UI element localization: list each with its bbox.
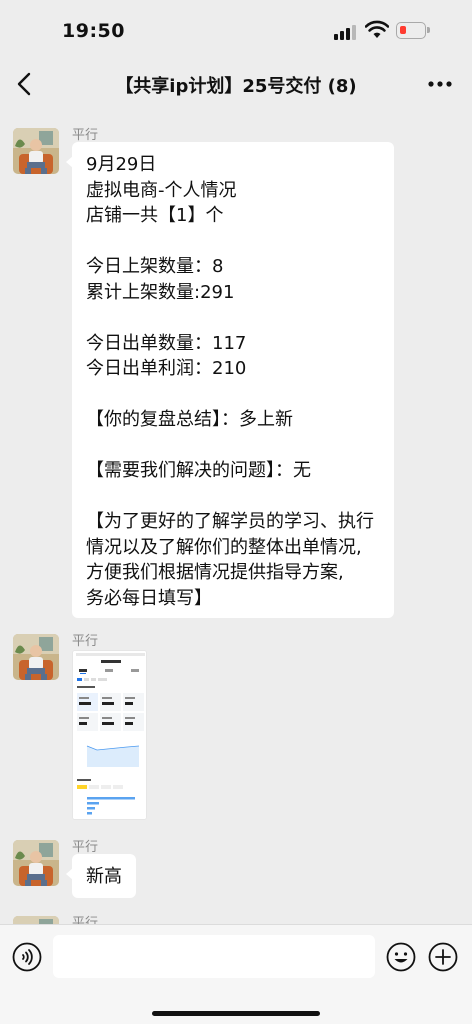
message-text-line: 【你的复盘总结】：多上新 [86,409,293,430]
ellipsis-icon[interactable] [426,70,454,98]
message-input[interactable] [53,935,375,978]
avatar[interactable] [13,840,59,886]
voice-icon[interactable] [12,942,42,972]
sender-name: 平行 [72,916,99,924]
message-bubble[interactable]: 9月29日虚拟电商-个人情况 店铺一共【1】个 今日上架数量：8 累计上架数量:291… [66,142,394,618]
message-text-line: 今日上架数量：8 [86,256,224,277]
plus-icon[interactable] [428,942,458,972]
message-text-line: 今日出单数量：117 [86,332,247,354]
sender-name: 平行 [72,128,99,143]
home-indicator[interactable] [152,1011,320,1016]
wifi-icon [365,20,389,38]
emoji-icon[interactable] [386,942,416,972]
message-text-line: 虚拟电商-个人情况 [86,179,237,201]
message-text: 新高 [86,866,122,887]
message-text-line: 务必每日填写】 [86,587,212,609]
sender-name: 平行 [72,840,99,855]
chat-header: 【共享ip计划】25号交付 (8) [0,60,472,108]
message-text-line: 方便我们根据情况提供指导方案, [86,562,344,583]
message-bubble[interactable]: 新高 [66,854,136,898]
message-text-line: 9月29日 [86,154,157,175]
message-text-line: 情况以及了解你们的整体出单情况, [86,536,362,558]
chat-title: 【共享ip计划】25号交付 (8) [115,76,357,97]
status-time: 19:50 [62,20,125,42]
image-message-thumbnail[interactable] [72,650,147,820]
message-text-line: 【需要我们解决的问题】：无 [86,460,311,481]
message-input-bar [0,924,472,1024]
avatar[interactable] [13,128,59,174]
status-bar: 19:50 [0,0,472,60]
sender-name: 平行 [72,634,99,649]
message-text-line: 店铺一共【1】个 [86,205,224,226]
message-text-line: 今日出单利润：210 [86,358,247,379]
chevron-left-icon[interactable] [12,70,38,98]
message-text-line: 累计上架数量:291 [86,281,235,303]
cellular-signal-icon [334,24,358,40]
battery-icon [396,22,430,39]
message-text-line: 【为了更好的了解学员的学习、执行 [86,511,374,532]
avatar[interactable] [13,916,59,924]
avatar[interactable] [13,634,59,680]
